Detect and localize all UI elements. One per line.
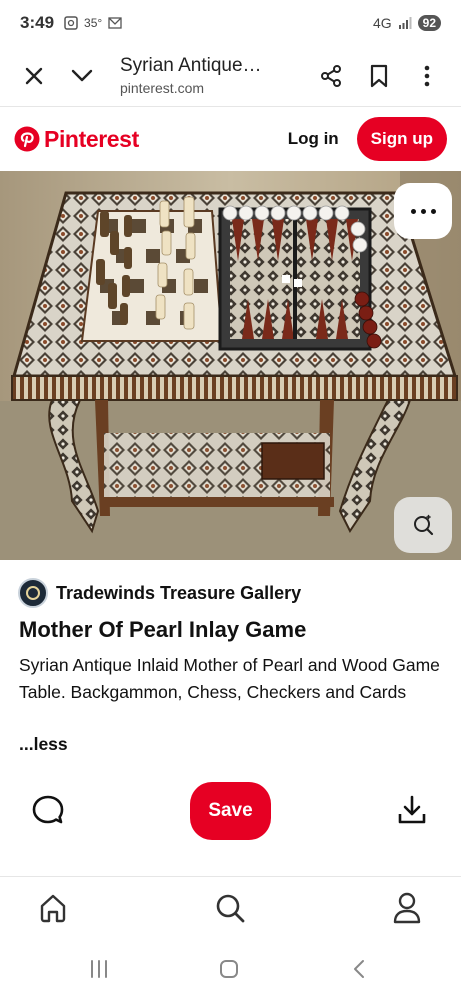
signal-icon [398, 17, 412, 29]
expand-button[interactable] [62, 56, 102, 96]
browser-toolbar: Syrian Antique… pinterest.com [0, 46, 461, 106]
more-dot [430, 208, 436, 214]
status-time: 3:49 [20, 13, 55, 32]
pin-description: Syrian Antique Inlaid Mother of Pearl an… [19, 655, 440, 702]
bottom-divider [0, 876, 461, 877]
pinterest-header: Pinterest Log in Sign up [0, 107, 461, 171]
pin-more-options-button[interactable] [394, 183, 452, 239]
system-navigation [0, 946, 461, 992]
mail-icon [108, 17, 122, 29]
chevron-down-icon [71, 69, 93, 82]
pin-title: Mother Of Pearl Inlay Game [19, 617, 307, 642]
pinterest-logo[interactable]: Pinterest [14, 126, 139, 153]
share-button[interactable] [311, 56, 351, 96]
browser-menu-button[interactable] [407, 56, 447, 96]
system-home-button[interactable] [218, 958, 240, 985]
game-table-photo [0, 171, 461, 560]
browser-title-block[interactable]: Syrian Antique… pinterest.com [120, 54, 311, 98]
visual-search-button[interactable] [394, 497, 452, 553]
nav-home-button[interactable] [37, 892, 69, 929]
pin-image[interactable] [0, 171, 461, 560]
network-label: 4G [372, 15, 392, 31]
recents-icon [91, 960, 107, 978]
login-button[interactable]: Log in [276, 119, 351, 159]
status-notifications: 35° [64, 16, 122, 30]
pinterest-logo-icon [14, 126, 40, 152]
save-button[interactable]: Save [190, 782, 271, 840]
close-icon [25, 67, 43, 85]
creator-profile[interactable]: Tradewinds Treasure Gallery [18, 578, 301, 608]
creator-name: Tradewinds Treasure Gallery [56, 582, 302, 603]
bookmark-button[interactable] [359, 56, 399, 96]
comment-icon [32, 795, 64, 824]
signup-button[interactable]: Sign up [356, 117, 447, 161]
visual-search-icon [414, 514, 434, 536]
comment-button[interactable] [30, 792, 66, 833]
bookmark-icon [370, 64, 388, 88]
nav-profile-button[interactable] [392, 892, 422, 929]
pin-actions: Save [0, 782, 461, 840]
close-button[interactable] [14, 56, 54, 96]
more-vertical-icon [424, 65, 430, 87]
search-icon [216, 894, 245, 923]
more-dot [420, 208, 426, 214]
bottom-nav [0, 882, 461, 938]
back-icon [354, 960, 364, 978]
download-icon [398, 795, 426, 824]
more-dot [410, 208, 416, 214]
system-recents-button[interactable] [88, 958, 110, 985]
profile-icon [393, 892, 421, 924]
status-right: 4G 92 [373, 15, 441, 31]
less-link[interactable]: ...less [19, 734, 68, 755]
page-url: pinterest.com [120, 80, 205, 96]
avatar-emblem [26, 586, 40, 600]
home-icon [40, 894, 66, 923]
download-button[interactable] [396, 794, 428, 831]
screenshot-icon [64, 16, 78, 30]
avatar [18, 578, 48, 608]
temperature-label: 35° [84, 16, 103, 30]
system-back-button[interactable] [348, 958, 370, 985]
share-icon [321, 65, 341, 87]
nav-search-button[interactable] [214, 892, 246, 929]
system-home-icon [220, 960, 238, 978]
battery-level: 92 [417, 15, 441, 31]
status-bar: 3:49 35° 4G 92 [0, 0, 461, 46]
pinterest-logo-text: Pinterest [44, 125, 139, 152]
page-title: Syrian Antique… [120, 55, 262, 76]
